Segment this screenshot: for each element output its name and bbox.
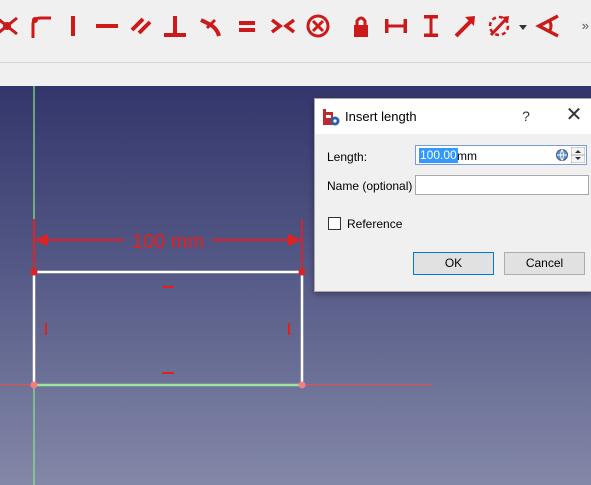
reference-label[interactable]: Reference	[347, 217, 402, 231]
radius-constraint-button[interactable]	[484, 11, 514, 41]
horizontal-distance-icon	[385, 19, 407, 33]
tangent-constraint-icon	[200, 18, 221, 37]
spin-buttons[interactable]	[571, 147, 585, 163]
name-label: Name (optional)	[327, 179, 413, 193]
perpendicular-constraint-icon	[164, 16, 186, 37]
block-constraint-button[interactable]	[303, 11, 333, 41]
length-constraint-icon	[454, 16, 475, 38]
vertical-distance-icon	[424, 15, 438, 37]
lock-constraint-icon	[354, 16, 368, 37]
dimension-label[interactable]: 100 mm	[132, 231, 204, 253]
help-button[interactable]: ?	[518, 108, 534, 124]
perpendicular-constraint-button[interactable]	[160, 11, 190, 41]
angle-constraint-icon	[535, 14, 559, 38]
horizontal-distance-button[interactable]	[381, 11, 411, 41]
name-input[interactable]	[415, 175, 589, 195]
length-value[interactable]: 100.00	[419, 148, 458, 163]
length-constraint-button[interactable]	[450, 11, 480, 41]
point-tool-button[interactable]	[0, 11, 22, 41]
freecad-logo-icon	[323, 109, 340, 126]
insert-length-dialog: Insert length ? ✕ Length: 100.00 mm Name…	[314, 98, 591, 292]
equal-constraint-icon	[239, 21, 255, 32]
radius-constraint-icon	[488, 15, 510, 37]
vertical-distance-button[interactable]	[416, 11, 446, 41]
vertical-constraint-button[interactable]	[58, 11, 88, 41]
angle-constraint-button[interactable]	[533, 11, 563, 41]
fillet-tool-icon	[31, 16, 51, 38]
parallel-constraint-icon	[130, 17, 152, 35]
radius-dropdown-button[interactable]	[516, 11, 530, 41]
toolbar-overflow-button[interactable]: »	[582, 18, 589, 33]
reference-checkbox[interactable]	[328, 217, 341, 230]
dialog-titlebar[interactable]: Insert length ? ✕	[315, 99, 591, 134]
vertex-top-left[interactable]	[30, 268, 38, 276]
length-input[interactable]: 100.00 mm	[415, 145, 587, 165]
symmetric-constraint-icon	[270, 18, 296, 34]
vertical-constraint-icon	[71, 16, 75, 36]
horizontal-constraint-icon	[96, 24, 118, 28]
vertex-top-right[interactable]	[298, 268, 306, 276]
sketcher-toolbar: »	[0, 0, 591, 63]
fillet-tool-button[interactable]	[24, 11, 54, 41]
dimension-arrow-right	[288, 234, 301, 246]
cancel-button[interactable]: Cancel	[504, 252, 585, 275]
ok-button[interactable]: OK	[413, 252, 494, 275]
vertex-bottom-right[interactable]	[298, 381, 306, 389]
parallel-constraint-button[interactable]	[126, 11, 156, 41]
close-button[interactable]: ✕	[565, 105, 583, 125]
vertex-bottom-left[interactable]	[30, 381, 38, 389]
length-unit: mm	[457, 149, 477, 163]
lock-constraint-button[interactable]	[346, 11, 376, 41]
tangent-constraint-button[interactable]	[196, 11, 226, 41]
horizontal-constraint-button[interactable]	[92, 11, 122, 41]
length-label: Length:	[327, 150, 368, 164]
dialog-title: Insert length	[345, 109, 417, 124]
equal-constraint-button[interactable]	[232, 11, 262, 41]
block-constraint-icon	[306, 14, 330, 38]
dimension-arrow-left	[35, 234, 48, 246]
point-tool-icon	[0, 16, 18, 36]
expression-icon[interactable]	[555, 148, 569, 162]
chevron-down-icon	[519, 25, 527, 30]
symmetric-constraint-button[interactable]	[268, 11, 298, 41]
